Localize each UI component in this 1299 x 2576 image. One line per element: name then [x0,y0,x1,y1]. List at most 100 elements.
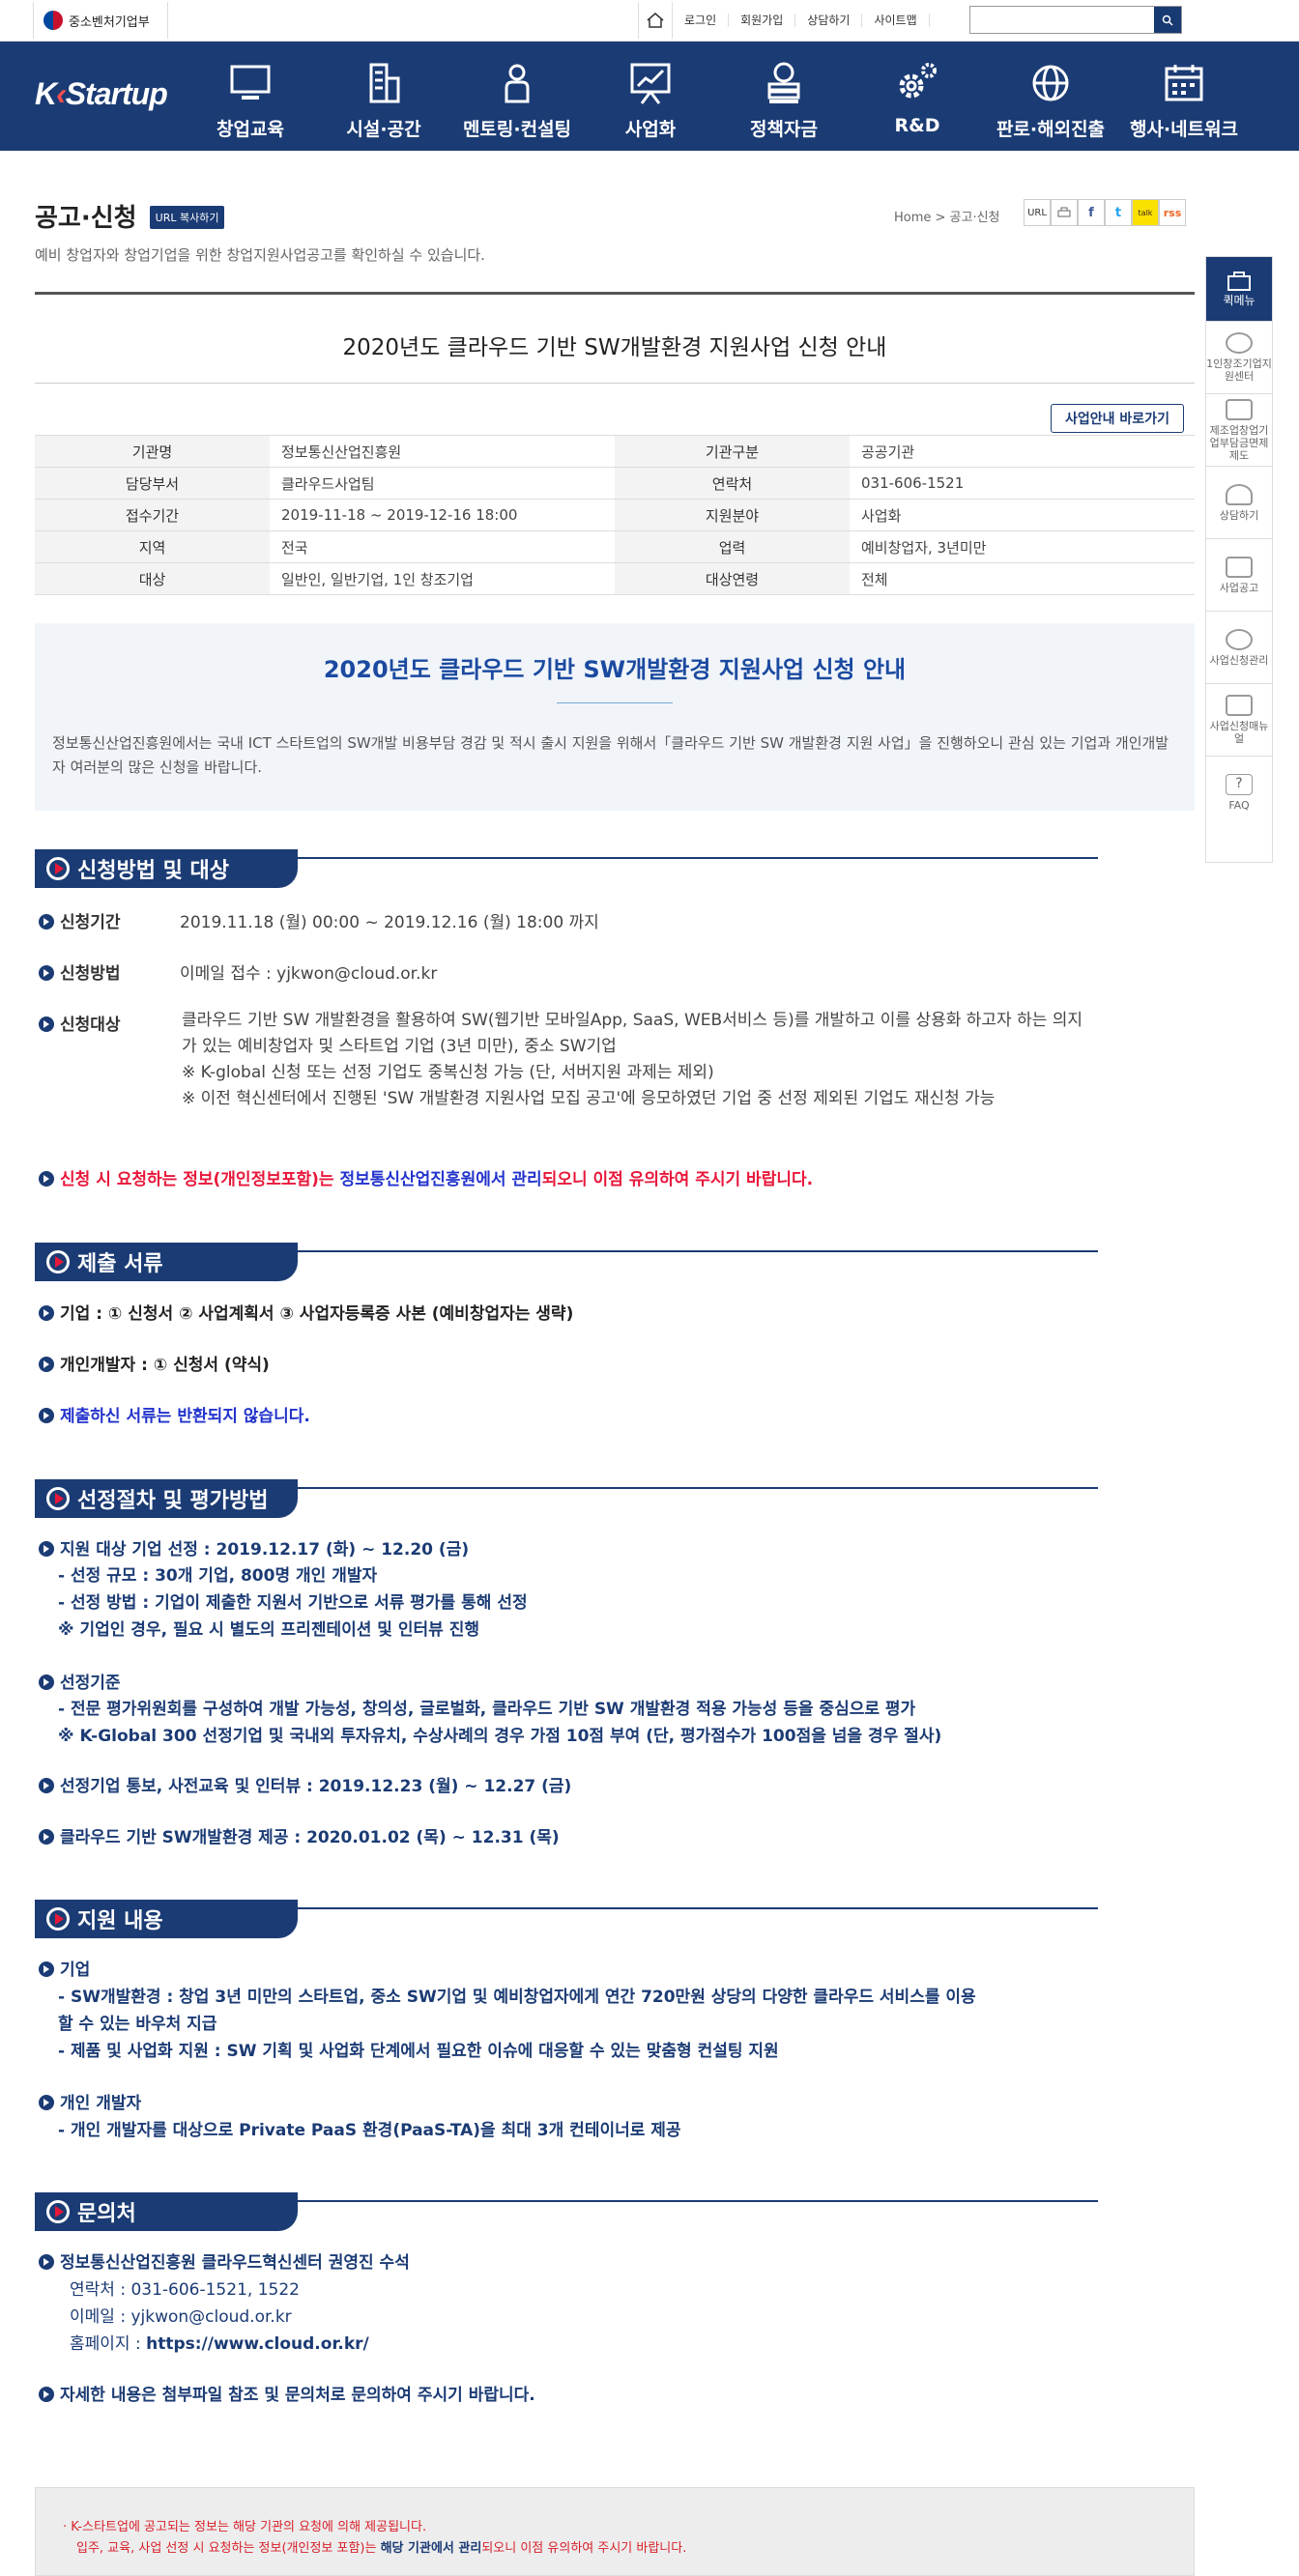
coins-icon [767,62,800,103]
quick-application-manual[interactable]: 사업신청매뉴얼 [1206,683,1272,756]
signup-link[interactable]: 회원가입 [729,14,796,27]
quick-solo-center[interactable]: 1인창조기업지원센터 [1206,321,1272,393]
print-icon[interactable] [1051,199,1078,226]
intro-box: 2020년도 클라우드 기반 SW개발환경 지원사업 신청 안내 정보통신산업진… [35,623,1195,811]
contact-line: 정보통신산업진흥원 클라우드혁신센터 권영진 수석 [39,2249,410,2276]
top-links: 로그인 회원가입 상담하기 사이트맵 [638,2,930,39]
nav-startup-education[interactable]: 창업교육 [184,42,317,151]
nav-market-global[interactable]: 판로·해외진출 [984,42,1117,151]
selection-line: - 전문 평가위원회를 구성하여 개발 가능성, 창의성, 글로벌화, 클라우드… [58,1700,916,1719]
table-row: 지역 전국 업력 예비창업자, 3년미만 [35,530,1195,563]
share-icons: URL f t talk rss [1024,199,1186,226]
quick-consult[interactable]: 상담하기 [1206,466,1272,538]
support-line: - 개인 개발자를 대상으로 Private PaaS 환경(PaaS-TA)을… [58,2121,681,2140]
apply-target: 신청대상 [39,1011,180,1035]
selection-line: 선정기업 통보, 사전교육 및 인터뷰 : 2019.12.23 (월) ~ 1… [39,1773,571,1800]
search-input[interactable] [970,7,1154,33]
contact-tel: 연락처 : 031-606-1521, 1522 [70,2280,300,2300]
quick-menu-icon [1227,271,1251,291]
support-line: - SW개발환경 : 창업 3년 미만의 스타트업, 중소 SW기업 및 예비창… [58,1988,976,2007]
docs-notice: 제출하신 서류는 반환되지 않습니다. [39,1403,310,1430]
apply-period: 신청기간 2019.11.18 (월) 00:00 ~ 2019.12.16 (월… [39,908,599,932]
selection-line: - 선정 규모 : 30개 기업, 800명 개인 개발자 [58,1566,378,1586]
bullet-icon [39,1016,54,1032]
factory-icon [1226,398,1253,420]
sitemap-link[interactable]: 사이트맵 [862,14,930,27]
kakaotalk-icon[interactable]: talk [1132,199,1159,226]
bullet-icon [39,1674,54,1690]
gov-emblem-icon [43,11,63,30]
homepage-link[interactable]: https://www.cloud.or.kr/ [146,2334,369,2354]
footer-notice: · K-스타트업에 공고되는 정보는 해당 기관의 요청에 의해 제공됩니다. … [35,2487,1195,2576]
bullet-icon [39,1305,54,1321]
selection-line: 선정기준 [39,1670,121,1697]
table-row: 접수기간 2019-11-18 ~ 2019-12-16 18:00 지원분야 사업화 [35,499,1195,531]
main-navigation: K‹Startup 창업교육 시설·공간 멘토링·컨설팅 사업화 정책자금 R&… [0,42,1299,151]
support-line: 개인 개발자 [39,2090,141,2117]
nav-rnd[interactable]: R&D [851,42,984,151]
monitor-icon [230,65,271,100]
bullet-icon [39,1541,54,1557]
consult-link[interactable]: 상담하기 [795,14,863,27]
headset-icon [1226,483,1253,505]
apply-target-text: 클라우드 기반 SW 개발환경을 활용하여 SW(웹기반 모바일App, Saa… [182,1011,1083,1108]
announcement-title: 2020년도 클라우드 기반 SW개발환경 지원사업 신청 안내 [342,335,887,360]
arrow-icon [46,1907,70,1931]
business-shortcut-button[interactable]: 사업안내 바로가기 [1051,404,1184,433]
question-icon: ? [1226,773,1253,795]
settings-icon [1226,628,1253,650]
section-header-docs: 제출 서류 [35,1243,1098,1281]
facebook-icon[interactable]: f [1078,199,1105,226]
gov-name: 중소벤처기업부 [69,14,150,30]
bullet-icon [39,965,54,981]
quick-application-manage[interactable]: 사업신청관리 [1206,611,1272,683]
document-icon [1226,695,1253,716]
bullet-icon [39,1408,54,1423]
selection-line: 지원 대상 기업 선정 : 2019.12.17 (화) ~ 12.20 (금) [39,1536,469,1563]
quick-faq[interactable]: ? FAQ [1206,756,1272,828]
support-line: - 제품 및 사업화 지원 : SW 기획 및 사업화 단계에서 필요한 이슈에… [58,2042,779,2061]
gears-icon [899,63,937,99]
k-startup-logo[interactable]: K‹Startup [35,76,168,112]
docs-individual: 개인개발자 : ① 신청서 (약식) [39,1352,270,1379]
page-title: 공고·신청 [35,204,137,233]
url-share-icon[interactable]: URL [1024,199,1051,226]
url-copy-button[interactable]: URL 복사하기 [149,206,225,229]
nav-event-network[interactable]: 행사·네트워크 [1117,42,1251,151]
bulb-icon [1226,332,1253,354]
bullet-icon [39,1778,54,1793]
breadcrumb: Home > 공고·신청 [894,211,1000,225]
section-header-selection: 선정절차 및 평가방법 [35,1479,1098,1518]
rss-icon[interactable]: rss [1159,199,1186,226]
section-header-contact: 문의처 [35,2192,1098,2231]
apply-method: 신청방법 이메일 접수 : yjkwon@cloud.or.kr [39,959,437,984]
table-row: 대상 일반인, 일반기업, 1인 창조기업 대상연령 전체 [35,562,1195,595]
contact-final: 자세한 내용은 첨부파일 참조 및 문의처로 문의하여 주시기 바랍니다. [39,2382,535,2409]
login-link[interactable]: 로그인 [673,14,730,27]
globe-icon [1032,65,1069,101]
search-button[interactable] [1154,7,1181,33]
nav-policy-fund[interactable]: 정책자금 [717,42,851,151]
building-icon [369,63,400,103]
apply-warning: 신청 시 요청하는 정보(개인정보포함)는 정보통신산업진흥원에서 관리되오니 … [39,1166,813,1193]
arrow-icon [46,2200,70,2223]
arrow-icon [46,1250,70,1274]
intro-title: 2020년도 클라우드 기반 SW개발환경 지원사업 신청 안내 [323,656,907,683]
person-icon [505,64,530,103]
nav-commercialization[interactable]: 사업화 [584,42,717,151]
support-line: 기업 [39,1957,90,1984]
twitter-icon[interactable]: t [1105,199,1132,226]
chart-board-icon [630,63,671,104]
table-row: 기관명 정보통신산업진흥원 기관구분 공공기관 [35,435,1195,468]
nav-mentoring-consulting[interactable]: 멘토링·컨설팅 [450,42,584,151]
section-header-apply: 신청방법 및 대상 [35,849,1098,888]
home-icon[interactable] [638,2,673,39]
nav-facility-space[interactable]: 시설·공간 [317,42,450,151]
selection-line: ※ K-Global 300 선정기업 및 국내외 투자유치, 수상사례의 경우… [58,1727,942,1746]
top-utility-bar: 중소벤처기업부 로그인 회원가입 상담하기 사이트맵 [0,0,1299,42]
quick-fee-exemption[interactable]: 제조업창업기업부담금면제제도 [1206,393,1272,466]
table-row: 담당부서 클라우드사업팀 연락처 031-606-1521 [35,467,1195,500]
quick-business-notice[interactable]: 사업공고 [1206,538,1272,611]
gov-logo[interactable]: 중소벤처기업부 [33,2,168,39]
info-table: 기관명 정보통신산업진흥원 기관구분 공공기관 담당부서 클라우드사업팀 연락처 031-6… [35,435,1195,595]
